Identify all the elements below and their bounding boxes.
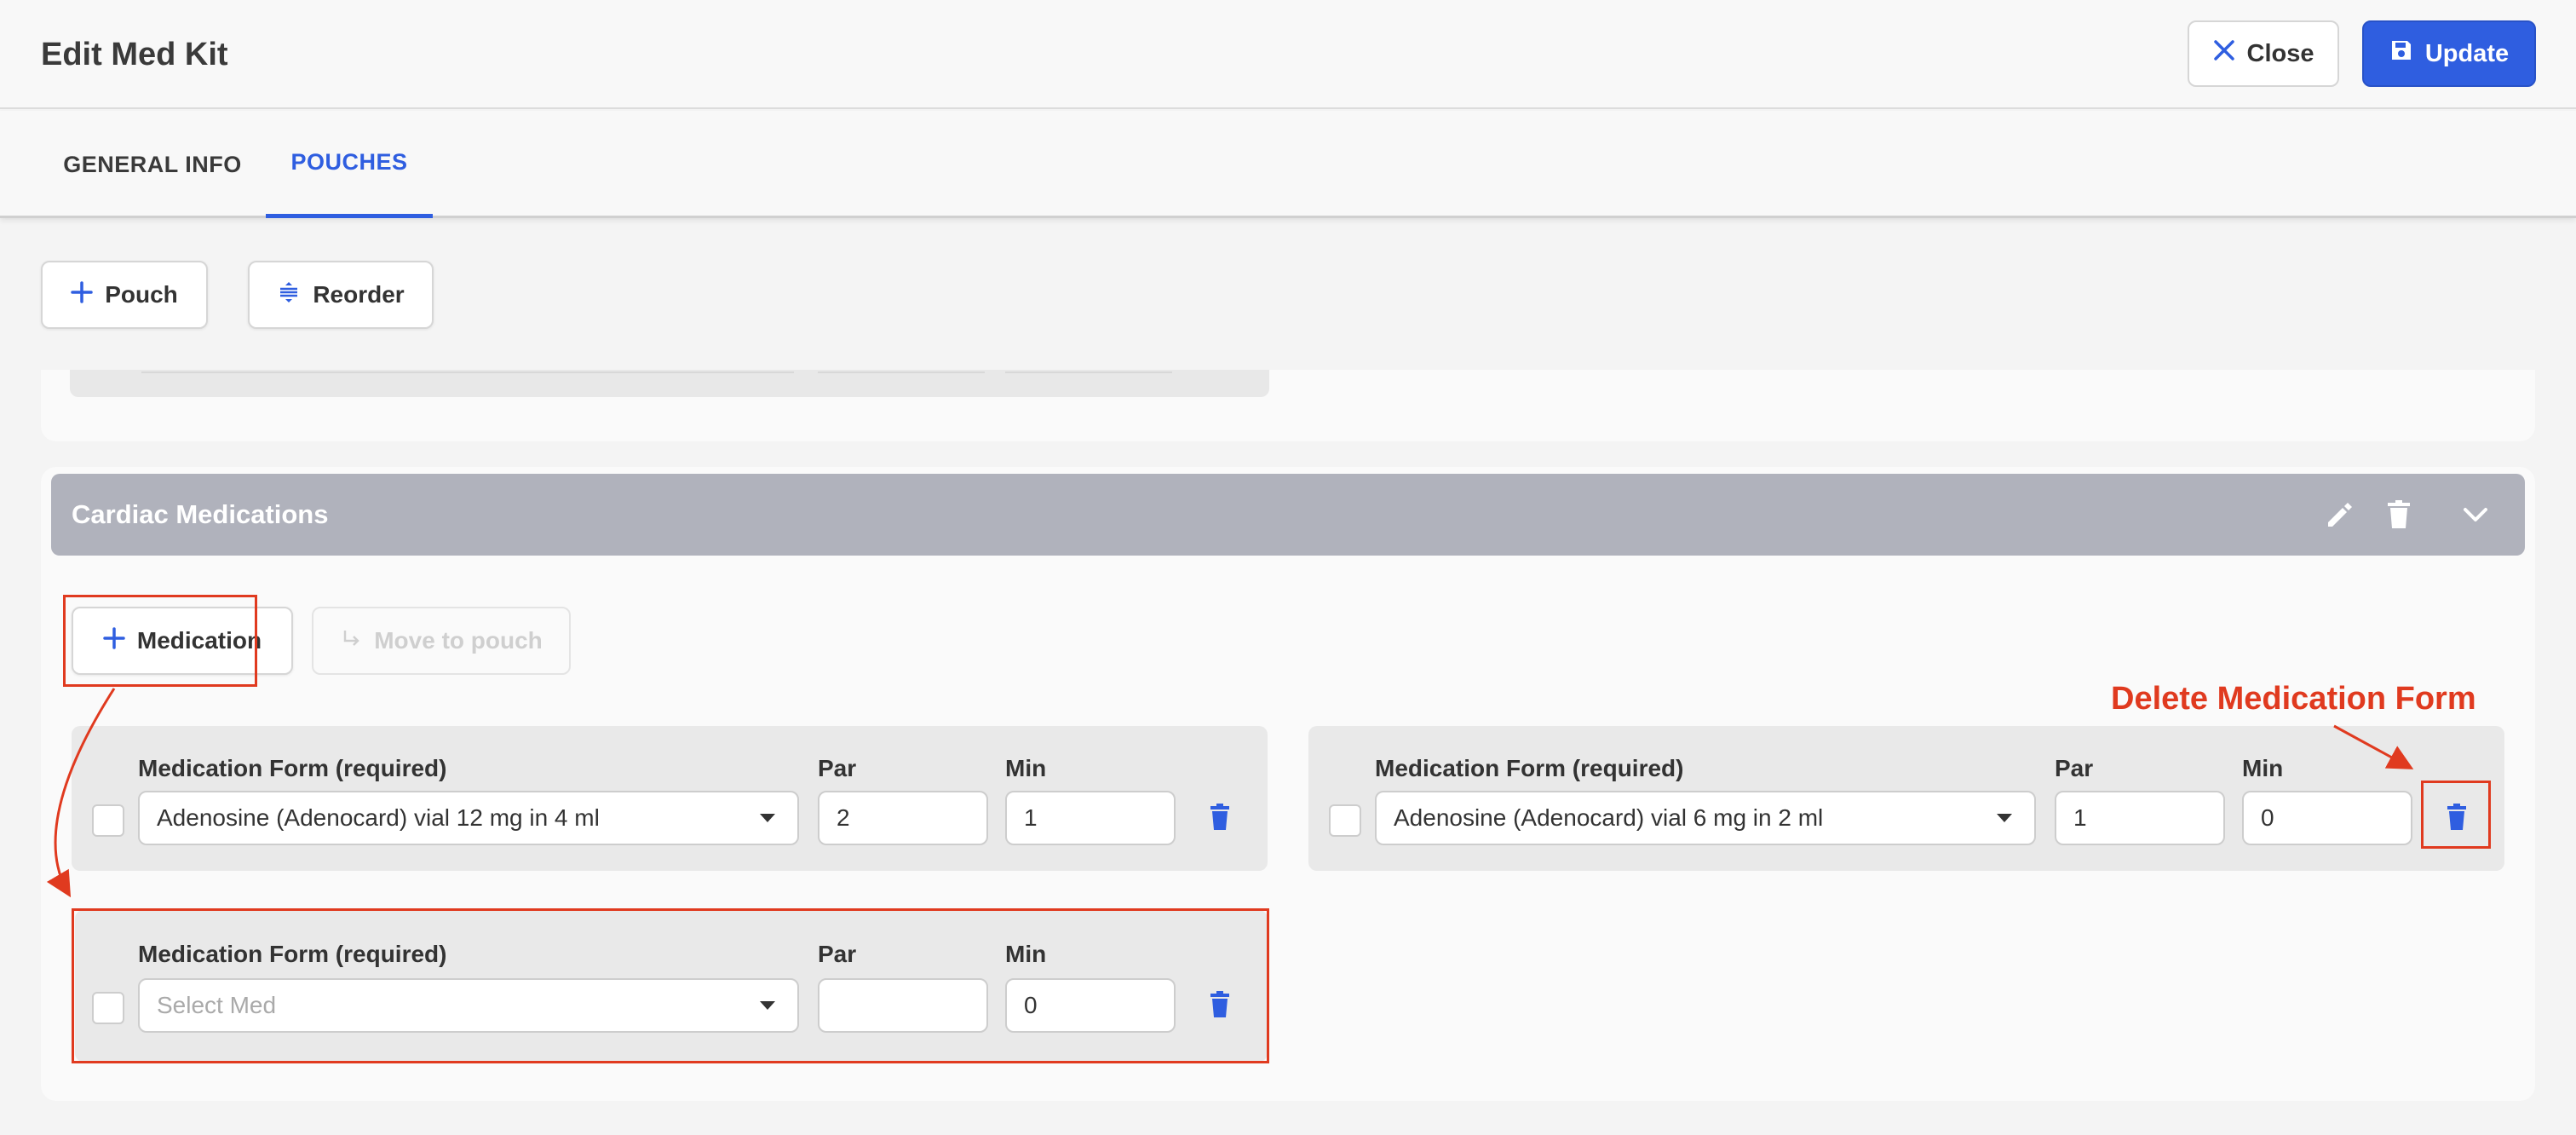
previous-select-edge: [141, 370, 794, 373]
medication-form-label: Medication Form (required): [138, 755, 447, 781]
collapse-pouch-chevron-down-icon[interactable]: [2455, 494, 2496, 535]
min-input-value: 0: [2261, 804, 2274, 831]
min-label: Min: [1005, 755, 1047, 781]
medication-select-value: Adenosine (Adenocard) vial 12 mg in 4 ml: [157, 804, 600, 831]
annotation-label: Delete Medication Form: [2111, 681, 2476, 717]
previous-medication-form: [70, 370, 1269, 397]
update-button-label: Update: [2424, 39, 2510, 67]
medication-select-value: Adenosine (Adenocard) vial 6 mg in 2 ml: [1394, 804, 1824, 831]
min-input-value: 1: [1024, 804, 1038, 831]
medication-form-label: Medication Form (required): [1375, 755, 1684, 781]
medication-select[interactable]: Adenosine (Adenocard) vial 6 mg in 2 ml: [1375, 791, 2036, 845]
reorder-button[interactable]: Reorder: [248, 261, 434, 329]
delete-medication-form-trash-icon[interactable]: [1205, 798, 1235, 836]
par-input-value: 2: [837, 804, 850, 831]
page-title: Edit Med Kit: [41, 37, 228, 72]
annotation-box-new-form: [72, 908, 1269, 1063]
min-input[interactable]: 1: [1005, 791, 1176, 845]
edit-pouch-pencil-icon[interactable]: [2319, 494, 2360, 535]
reorder-icon: [277, 280, 301, 310]
annotation-box-delete-icon: [2421, 781, 2491, 849]
min-label: Min: [2242, 755, 2284, 781]
medication-select[interactable]: Adenosine (Adenocard) vial 12 mg in 4 ml: [138, 791, 799, 845]
tab-general-info[interactable]: GENERAL INFO: [49, 111, 256, 218]
move-arrow-icon: [340, 627, 362, 655]
add-pouch-label: Pouch: [105, 281, 178, 308]
move-to-pouch-label: Move to pouch: [374, 627, 543, 654]
caret-down-icon: [1997, 814, 2012, 822]
par-label: Par: [818, 755, 857, 781]
tab-bar: GENERAL INFO POUCHES: [0, 111, 2576, 218]
close-icon: [2213, 39, 2235, 68]
save-icon: [2389, 38, 2413, 69]
close-button-label: Close: [2246, 39, 2314, 67]
caret-down-icon: [760, 814, 775, 822]
update-button[interactable]: Update: [2362, 20, 2536, 87]
previous-min-edge: [1005, 370, 1172, 373]
par-input[interactable]: 2: [818, 791, 988, 845]
pouch-title: Cardiac Medications: [72, 499, 329, 529]
par-label: Par: [2055, 755, 2094, 781]
medication-form-checkbox[interactable]: [1329, 804, 1361, 837]
pouch-header[interactable]: [51, 474, 2525, 556]
annotation-box-add-medication: [63, 595, 257, 687]
tab-pouches[interactable]: POUCHES: [266, 111, 433, 218]
close-button[interactable]: Close: [2188, 20, 2339, 87]
par-input-value: 1: [2073, 804, 2087, 831]
reorder-label: Reorder: [313, 281, 405, 308]
plus-icon: [71, 280, 93, 309]
add-pouch-button[interactable]: Pouch: [41, 261, 208, 329]
medication-form-checkbox[interactable]: [92, 804, 124, 837]
delete-pouch-trash-icon[interactable]: [2378, 494, 2419, 535]
previous-par-edge: [818, 370, 985, 373]
min-input[interactable]: 0: [2242, 791, 2412, 845]
par-input[interactable]: 1: [2055, 791, 2225, 845]
move-to-pouch-button[interactable]: Move to pouch: [312, 607, 571, 675]
